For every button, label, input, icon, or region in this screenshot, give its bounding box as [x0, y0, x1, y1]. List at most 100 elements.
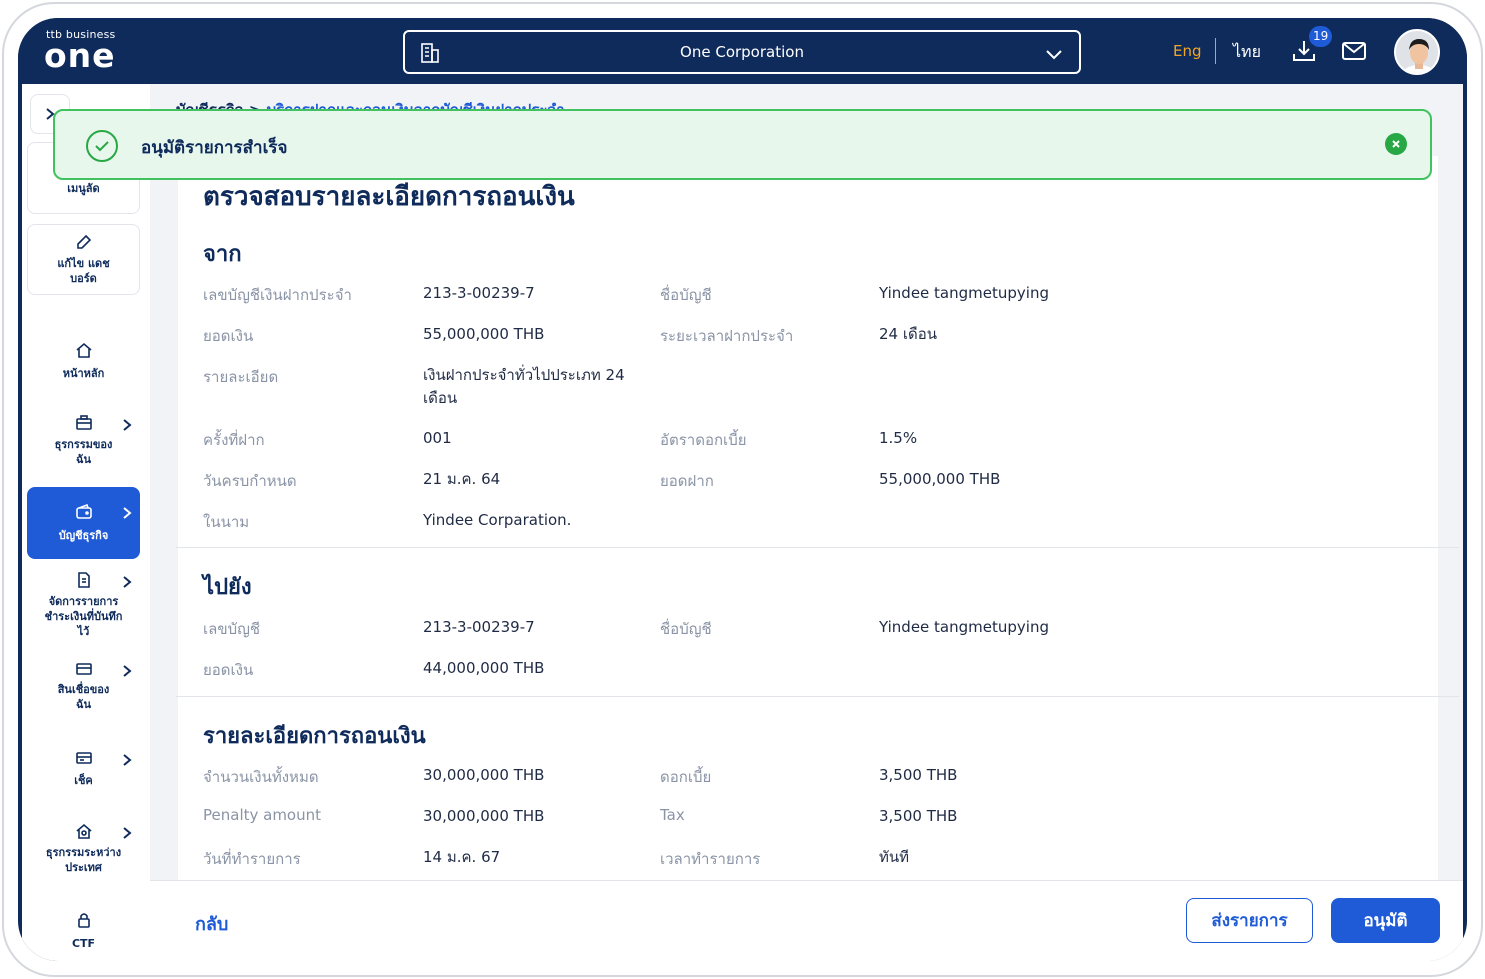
field-value: 14 ม.ค. 67	[423, 848, 501, 866]
company-name: One Corporation	[680, 43, 804, 61]
check-circle-icon	[85, 129, 119, 167]
field-value: Yindee Corparation.	[423, 511, 572, 529]
field-label: ในนาม	[203, 513, 250, 531]
field-label: ยอดฝาก	[660, 472, 714, 490]
field-value: 55,000,000 THB	[423, 325, 545, 343]
field-label: เลขบัญชีเงินฝากประจำ	[203, 286, 352, 304]
section-title-to: ไปยัง	[203, 575, 252, 600]
ttb-business-one-logo[interactable]: ttb business one	[44, 28, 116, 75]
field-label: อัตราดอกเบี้ย	[660, 431, 747, 449]
field-value: 30,000,000 THB	[423, 766, 545, 784]
sidebar-item-cheque[interactable]: เช็ค	[27, 750, 140, 790]
sidebar-item-home[interactable]: หน้าหลัก	[27, 342, 140, 392]
sidebar-item-label: หน้าหลัก	[62, 367, 105, 380]
field-label: รายละเอียด	[203, 368, 279, 386]
sidebar-item-label: บัญชีธุรกิจ	[58, 529, 109, 542]
field-label: ระยะเวลาฝากประจำ	[660, 327, 794, 345]
lock-icon	[77, 913, 90, 928]
sidebar-item-ctf[interactable]: CTF	[27, 912, 140, 952]
app-window: ttb business one One Corporation Eng ไทย	[18, 18, 1467, 961]
top-header: ttb business one One Corporation Eng ไทย	[18, 18, 1467, 84]
approve-button[interactable]: อนุมัติ	[1331, 898, 1440, 943]
field-value: 213-3-00239-7	[423, 284, 535, 302]
sidebar-item-business-account[interactable]: บัญชีธุรกิจ	[27, 487, 140, 559]
cheque-icon	[75, 752, 92, 764]
field-label: Penalty amount	[203, 806, 322, 824]
field-label: Tax	[660, 806, 685, 824]
chevron-right-icon	[122, 417, 132, 436]
briefcase-icon	[75, 415, 92, 430]
field-label: จำนวนเงินทั้งหมด	[203, 768, 319, 786]
field-label: ครั้งที่ฝาก	[203, 431, 265, 449]
field-label: วันครบกำหนด	[203, 472, 297, 490]
company-selector[interactable]: One Corporation	[403, 30, 1081, 74]
field-label: วันที่ทำรายการ	[203, 850, 301, 868]
user-avatar[interactable]	[1394, 29, 1440, 75]
field-value: Yindee tangmetupying	[879, 618, 1049, 636]
sidebar-item-my-transactions[interactable]: ธุรกรรมของฉัน	[27, 415, 140, 475]
logo-title: one	[44, 36, 116, 75]
chevron-right-icon	[122, 752, 132, 771]
sidebar-item-international[interactable]: ธุรกรรมระหว่างประเทศ	[27, 823, 140, 879]
field-value: 44,000,000 THB	[423, 659, 545, 677]
close-icon[interactable]	[1385, 133, 1407, 155]
action-bar: กลับ ส่งรายการ อนุมัติ	[150, 880, 1463, 961]
sidebar-item-edit-dashboard[interactable]: แก้ไข แดชบอร์ด	[27, 224, 140, 295]
language-divider	[1215, 38, 1216, 64]
send-transaction-button[interactable]: ส่งรายการ	[1186, 898, 1313, 943]
sidebar-item-label: เช็ค	[74, 774, 93, 787]
field-label: เลขบัญชี	[203, 620, 261, 638]
chevron-right-icon	[122, 505, 132, 524]
section-divider	[176, 696, 1459, 697]
section-title-withdraw: รายละเอียดการถอนเงิน	[203, 724, 426, 749]
field-value: 3,500 THB	[879, 807, 958, 825]
language-thai[interactable]: ไทย	[1233, 40, 1261, 65]
sidebar-item-label: เมนูลัด	[67, 182, 100, 195]
home-icon	[75, 342, 92, 358]
field-value: 213-3-00239-7	[423, 618, 535, 636]
left-sidebar: เมนูลัด แก้ไข แดชบอร์ด หน้าหลัก ธุรกรรมข…	[22, 84, 150, 961]
section-divider	[176, 547, 1459, 548]
section-title-from: จาก	[203, 242, 242, 267]
edit-icon	[76, 234, 91, 249]
sidebar-item-label: แก้ไข แดชบอร์ด	[57, 257, 110, 285]
credit-card-icon	[75, 663, 92, 675]
sidebar-item-my-loans[interactable]: สินเชื่อของฉัน	[27, 661, 140, 717]
back-button[interactable]: กลับ	[195, 909, 228, 938]
main-content: บัญชีธุรกิจ > บริการฝากและถอนเงินจากบัญช…	[150, 84, 1463, 961]
chevron-down-icon	[1045, 46, 1063, 65]
field-value: 1.5%	[879, 429, 918, 447]
success-toast: อนุมัติรายการสำเร็จ	[53, 109, 1432, 180]
field-value: 001	[423, 429, 452, 447]
building-icon	[419, 42, 441, 68]
field-value: 55,000,000 THB	[879, 470, 1001, 488]
page-title: ตรวจสอบรายละเอียดการถอนเงิน	[203, 182, 575, 212]
field-label: ดอกเบี้ย	[660, 768, 712, 786]
chevron-right-icon	[122, 663, 132, 682]
field-value: 24 เดือน	[879, 325, 937, 343]
document-icon	[77, 572, 90, 588]
detail-card: ตรวจสอบรายละเอียดการถอนเงิน จาก เลขบัญชี…	[176, 156, 1459, 956]
field-value: 21 ม.ค. 64	[423, 470, 501, 488]
field-value: 30,000,000 THB	[423, 807, 545, 825]
wallet-icon	[75, 503, 92, 519]
language-eng[interactable]: Eng	[1173, 42, 1202, 60]
field-value: เงินฝากประจำทั่วไปประเภท 24 เดือน	[423, 366, 625, 407]
sidebar-item-label: ธุรกรรมระหว่างประเทศ	[45, 846, 122, 874]
field-label: ยอดเงิน	[203, 661, 254, 679]
sidebar-item-label: CTF	[71, 937, 96, 950]
chevron-right-icon	[122, 574, 132, 593]
mail-icon[interactable]	[1341, 40, 1367, 66]
toast-message: อนุมัติรายการสำเร็จ	[141, 138, 288, 158]
chevron-right-icon	[122, 825, 132, 844]
field-label: เวลาทำรายการ	[660, 850, 761, 868]
field-label: ชื่อบัญชี	[660, 286, 712, 304]
globe-home-icon	[75, 823, 92, 839]
sidebar-item-label: สินเชื่อของฉัน	[57, 683, 110, 711]
download-count-badge: 19	[1309, 26, 1333, 47]
field-value: Yindee tangmetupying	[879, 284, 1049, 302]
sidebar-item-saved-payments[interactable]: จัดการรายการชำระเงินที่บันทึกไว้	[27, 572, 140, 642]
sidebar-item-label: จัดการรายการชำระเงินที่บันทึกไว้	[44, 595, 123, 638]
sidebar-item-label: ธุรกรรมของฉัน	[54, 438, 113, 466]
field-label: ยอดเงิน	[203, 327, 254, 345]
